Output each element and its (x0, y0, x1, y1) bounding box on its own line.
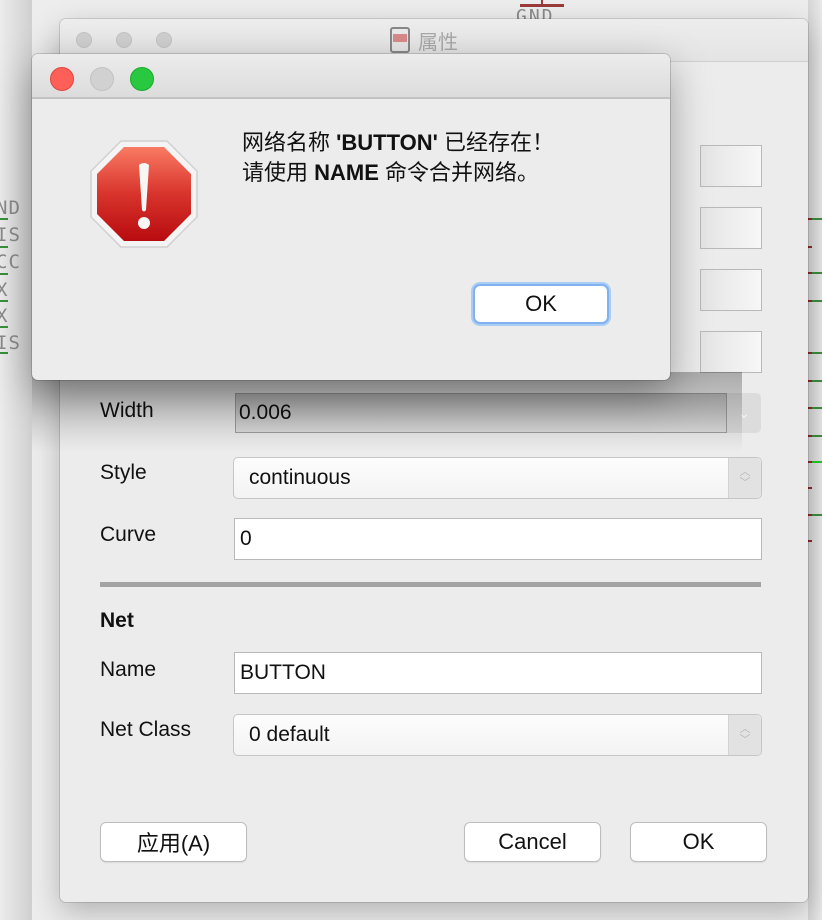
schematic-background-right (808, 0, 822, 920)
style-value: continuous (249, 466, 351, 489)
schematic-pin-label: ND (0, 197, 21, 219)
schematic-wire (0, 326, 8, 328)
section-separator (100, 582, 761, 587)
schematic-wire (812, 461, 822, 463)
schematic-background-left (0, 0, 32, 920)
apply-button[interactable]: 应用(A) (100, 822, 247, 862)
hidden-field-3[interactable] (700, 269, 762, 311)
curve-value: 0 (240, 527, 252, 550)
net-name-input[interactable]: BUTTON (234, 652, 762, 694)
hidden-field-2[interactable] (700, 207, 762, 249)
hidden-field-4[interactable] (700, 331, 762, 373)
schematic-wire (0, 246, 8, 248)
schematic-wire (812, 272, 822, 274)
schematic-wire (808, 487, 812, 489)
message-text: 请使用 (242, 160, 315, 185)
net-class-value: 0 default (249, 723, 330, 746)
net-class-select[interactable]: 0 default ︿ ﹀ (233, 714, 762, 756)
message-text: 网络名称 (242, 130, 337, 155)
updown-chevron-icon: ︿ ﹀ (728, 715, 761, 755)
schematic-wire (812, 380, 822, 382)
minimize-button[interactable] (90, 67, 114, 91)
schematic-wire (0, 352, 8, 354)
schematic-pin-label: CC (0, 251, 21, 273)
schematic-wire (812, 218, 822, 220)
schematic-wire (812, 352, 822, 354)
style-select[interactable]: continuous ︿ ﹀ (233, 457, 762, 499)
net-section-title: Net (100, 609, 134, 632)
net-class-label: Net Class (100, 718, 192, 741)
net-name-value: BUTTON (240, 661, 326, 684)
updown-chevron-icon: ︿ ﹀ (728, 458, 761, 498)
close-button-inactive[interactable] (76, 32, 92, 48)
schematic-document-icon (390, 27, 410, 53)
net-name-highlight: 'BUTTON' (336, 130, 438, 155)
alert-titlebar[interactable] (32, 54, 670, 99)
zoom-button-inactive[interactable] (156, 32, 172, 48)
style-label: Style (100, 461, 147, 484)
message-text: 命令合并网络。 (378, 160, 540, 185)
schematic-wire (0, 300, 8, 302)
message-text: 已经存在！ (437, 130, 554, 155)
curve-label: Curve (100, 523, 157, 546)
width-combo-input[interactable]: 0.006 (235, 393, 727, 433)
width-dropdown-button[interactable]: ⌄ (727, 393, 761, 433)
properties-title-text: 属性 (418, 31, 458, 54)
cancel-button[interactable]: Cancel (464, 822, 601, 862)
command-highlight: NAME (314, 160, 379, 185)
schematic-pin-label: X (0, 305, 9, 327)
schematic-wire (808, 540, 812, 542)
minimize-button-inactive[interactable] (116, 32, 132, 48)
alert-dialog: 网络名称 'BUTTON' 已经存在！ 请使用 NAME 命令合并网络。 OK (32, 54, 670, 380)
net-name-label: Name (100, 658, 157, 681)
alert-message-line-1: 网络名称 'BUTTON' 已经存在！ (242, 128, 554, 158)
alert-ok-button[interactable]: OK (473, 284, 609, 324)
width-value: 0.006 (239, 401, 292, 424)
zoom-button[interactable] (130, 67, 154, 91)
alert-message-line-2: 请使用 NAME 命令合并网络。 (242, 158, 554, 188)
close-button[interactable] (50, 67, 74, 91)
ok-button[interactable]: OK (630, 822, 767, 862)
schematic-wire (812, 300, 822, 302)
stop-icon (90, 140, 198, 248)
schematic-wire (812, 514, 822, 516)
curve-input[interactable]: 0 (234, 518, 762, 560)
schematic-pin-label: IS (0, 332, 21, 354)
schematic-wire (808, 246, 812, 248)
alert-message: 网络名称 'BUTTON' 已经存在！ 请使用 NAME 命令合并网络。 (242, 128, 554, 188)
schematic-wire (0, 273, 8, 275)
schematic-wire (812, 435, 822, 437)
schematic-pin-label: IS (0, 224, 21, 246)
schematic-pin-label: X (0, 279, 9, 301)
chevron-down-icon: ⌄ (738, 404, 750, 421)
schematic-wire (812, 407, 822, 409)
properties-title: 属性 (390, 27, 458, 54)
schematic-wire (0, 218, 8, 220)
width-label: Width (100, 399, 154, 422)
hidden-field-1[interactable] (700, 145, 762, 187)
